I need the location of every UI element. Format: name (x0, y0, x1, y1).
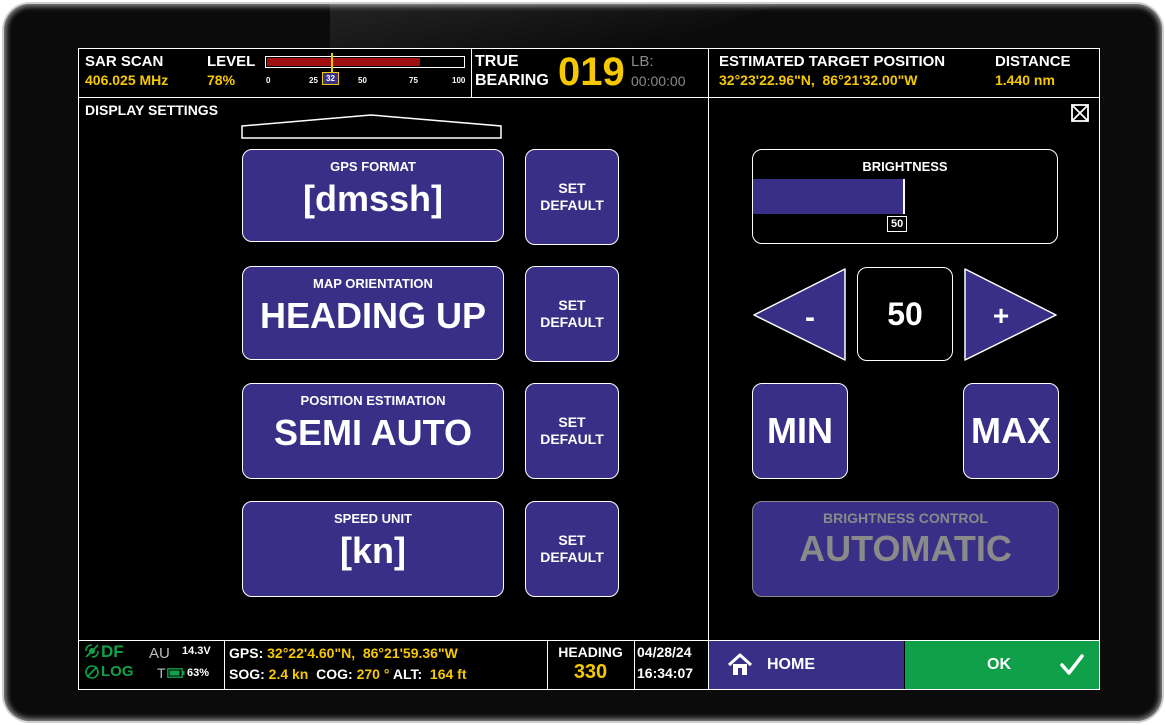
heading-label: HEADING (558, 644, 623, 660)
brightness-increase-button[interactable]: + (963, 267, 1059, 363)
level-percent: 78% (207, 72, 236, 88)
default-label: DEFAULT (540, 549, 604, 565)
brightness-min-button[interactable]: MIN (752, 383, 848, 479)
position-estimation-button[interactable]: POSITION ESTIMATION SEMI AUTO (242, 383, 504, 479)
level-bar (265, 56, 465, 68)
target-label: ESTIMATED TARGET POSITION (719, 53, 946, 70)
gps-format-set-default-button[interactable]: SET DEFAULT (525, 149, 619, 245)
level-bar-fill (267, 58, 420, 66)
t-label: T (157, 665, 166, 681)
battery-icon (167, 668, 185, 678)
gps-format-value: [dmssh] (302, 178, 443, 219)
plus-label: + (993, 300, 1009, 331)
speed-unit-set-default-button[interactable]: SET DEFAULT (525, 501, 619, 597)
header-divider-v1 (471, 49, 472, 97)
vertical-divider (708, 49, 709, 689)
sar-scan-label: SAR SCAN (85, 53, 164, 70)
map-orientation-set-default-button[interactable]: SET DEFAULT (525, 266, 619, 362)
true-label: TRUE (475, 53, 519, 70)
level-marker-label: 32 (322, 72, 339, 85)
log-disabled-icon (85, 665, 99, 679)
time-value: 16:34:07 (637, 665, 694, 681)
level-tick-75: 75 (409, 76, 418, 85)
nav-line: SOG: 2.4 kn COG: 270 ° ALT: 164 ft (229, 666, 467, 682)
panel-title: DISPLAY SETTINGS (85, 102, 219, 118)
gps-format-button[interactable]: GPS FORMAT [dmssh] (242, 149, 504, 242)
map-orientation-caption: MAP ORIENTATION (313, 276, 433, 291)
satellite-icon (85, 644, 99, 658)
set-label: SET (558, 297, 586, 313)
position-estimation-caption: POSITION ESTIMATION (300, 393, 446, 408)
sog-value: 2.4 kn (268, 666, 309, 682)
set-label: SET (558, 414, 586, 430)
screen: SAR SCAN 406.025 MHz LEVEL 78% 0 25 32 5… (78, 48, 1100, 690)
home-icon (727, 653, 753, 675)
sog-label: SOG: (229, 666, 265, 682)
header-divider (79, 97, 1099, 98)
map-orientation-value: HEADING UP (259, 295, 487, 336)
bearing-value: 019 (558, 50, 625, 94)
close-box-icon[interactable] (1071, 104, 1089, 122)
cog-label: COG: (316, 666, 353, 682)
home-button[interactable]: HOME (709, 641, 904, 689)
scroll-up-arrow[interactable] (241, 114, 503, 140)
set-label: SET (558, 532, 586, 548)
position-estimation-set-default-button[interactable]: SET DEFAULT (525, 383, 619, 479)
brightness-value-display: 50 (857, 267, 953, 361)
gps-value: 32°22'4.60"N, 86°21'59.36"W (267, 645, 458, 661)
speed-unit-button[interactable]: SPEED UNIT [kn] (242, 501, 504, 597)
gps-line: GPS: 32°22'4.60"N, 86°21'59.36"W (229, 645, 458, 661)
brightness-control-caption: BRIGHTNESS CONTROL (823, 510, 988, 526)
lb-label: LB: (631, 53, 654, 70)
gps-format-caption: GPS FORMAT (330, 159, 416, 174)
brightness-gauge-marker (903, 179, 905, 214)
brightness-decrease-button[interactable]: - (752, 267, 848, 363)
bearing-label: BEARING (475, 72, 549, 89)
brightness-control-button[interactable]: BRIGHTNESS CONTROL AUTOMATIC (752, 501, 1059, 597)
default-label: DEFAULT (540, 197, 604, 213)
minus-label: - (805, 301, 815, 334)
level-tick-100: 100 (452, 76, 466, 85)
speed-unit-caption: SPEED UNIT (333, 511, 412, 526)
lb-time: 00:00:00 (631, 73, 686, 89)
brightness-control-value: AUTOMATIC (799, 528, 1012, 569)
default-label: DEFAULT (540, 314, 604, 330)
log-label: LOG (101, 663, 134, 680)
level-label: LEVEL (207, 53, 256, 70)
level-tick-0: 0 (266, 76, 271, 85)
check-icon (1060, 654, 1084, 675)
footer-divider-v1 (224, 640, 225, 690)
distance-value: 1.440 nm (995, 72, 1055, 88)
brightness-max-button[interactable]: MAX (963, 383, 1059, 479)
brightness-gauge-value: 50 (887, 216, 908, 232)
speed-unit-value: [kn] (340, 530, 406, 571)
distance-label: DISTANCE (995, 53, 1071, 70)
au-label: AU (149, 645, 170, 662)
df-label: DF (101, 642, 124, 661)
battery-percent: 63% (187, 667, 210, 679)
map-orientation-button[interactable]: MAP ORIENTATION HEADING UP (242, 266, 504, 360)
brightness-label: BRIGHTNESS (862, 159, 948, 174)
level-tick-50: 50 (358, 76, 367, 85)
heading-value: 330 (573, 661, 608, 683)
alt-label: ALT: (392, 666, 423, 682)
date-value: 04/28/24 (637, 644, 692, 660)
home-label: HOME (767, 656, 815, 673)
ok-label: OK (987, 656, 1011, 673)
brightness-gauge: BRIGHTNESS 50 (752, 149, 1058, 244)
set-label: SET (558, 180, 586, 196)
target-position: 32°23'22.96"N, 86°21'32.00"W (719, 72, 918, 88)
position-estimation-value: SEMI AUTO (273, 412, 473, 453)
level-marker-line (331, 53, 333, 73)
brightness-gauge-fill (753, 179, 903, 214)
level-tick-25: 25 (309, 76, 318, 85)
ok-button[interactable]: OK (905, 641, 1099, 689)
frequency-value: 406.025 MHz (85, 72, 169, 88)
alt-value: 164 ft (429, 666, 467, 682)
cog-value: 270 ° (356, 666, 390, 682)
default-label: DEFAULT (540, 431, 604, 447)
voltage-value: 14.3V (182, 645, 211, 657)
gps-label: GPS: (229, 645, 264, 661)
footer-divider-v3 (634, 640, 635, 690)
